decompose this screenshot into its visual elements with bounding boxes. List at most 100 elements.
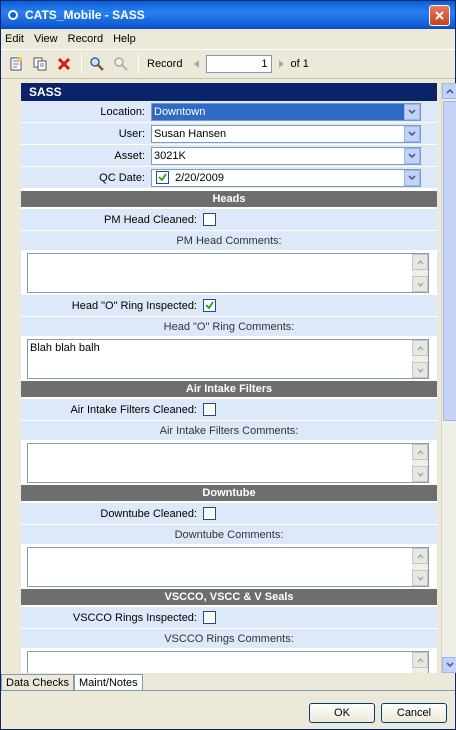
menu-help[interactable]: Help	[113, 33, 136, 45]
record-count: of 1	[290, 58, 309, 70]
toolbar-separator	[81, 54, 82, 74]
vscco-rings-comments-input[interactable]	[27, 651, 429, 673]
downtube-cleaned-label: Downtube Cleaned:	[100, 507, 197, 520]
title-bar[interactable]: CATS_Mobile - SASS	[1, 1, 455, 29]
search-icon	[90, 57, 104, 71]
location-row: Location: Downtown	[21, 101, 437, 123]
asset-value: 3021K	[154, 149, 186, 162]
textarea-scrollbar[interactable]	[412, 444, 428, 482]
pm-head-cleaned-row: PM Head Cleaned:	[21, 209, 437, 231]
menu-bar: Edit View Record Help	[1, 29, 455, 49]
vscco-rings-inspected-label: VSCCO Rings Inspected:	[72, 611, 197, 624]
new-record-button[interactable]	[7, 55, 25, 73]
scroll-down-icon[interactable]	[412, 362, 428, 378]
app-icon	[8, 10, 18, 20]
previous-record-icon[interactable]	[192, 59, 200, 69]
copy-record-button[interactable]	[31, 55, 49, 73]
menu-view[interactable]: View	[34, 33, 58, 45]
scroll-down-button[interactable]	[442, 657, 456, 673]
vscco-rings-inspected-row: VSCCO Rings Inspected:	[21, 607, 437, 629]
asset-row: Asset: 3021K	[21, 145, 437, 167]
head-o-ring-comments-text: Blah blah balh	[30, 342, 100, 354]
scroll-down-icon[interactable]	[412, 276, 428, 292]
form-scroll-content: SASS Location: Downtown User: Susan Hans…	[21, 83, 437, 673]
air-intake-filters-cleaned-checkbox[interactable]	[203, 403, 216, 416]
menu-edit[interactable]: Edit	[5, 33, 24, 45]
asset-select[interactable]: 3021K	[151, 146, 421, 165]
pm-head-comments-text	[28, 254, 412, 292]
head-o-ring-inspected-label: Head "O" Ring Inspected:	[71, 299, 197, 312]
head-o-ring-comments-input[interactable]: Blah blah balh	[27, 339, 429, 379]
form-scrollbar[interactable]	[441, 83, 456, 673]
head-o-ring-comments-label: Head "O" Ring Comments:	[21, 317, 437, 337]
qc-date-checkbox[interactable]	[156, 171, 169, 184]
section-header-downtube: Downtube	[21, 485, 437, 501]
chevron-down-icon	[446, 662, 454, 668]
chevron-down-icon[interactable]	[404, 169, 420, 186]
air-intake-filters-cleaned-label: Air Intake Filters Cleaned:	[70, 403, 197, 416]
qc-date-picker[interactable]: 2/20/2009	[151, 168, 421, 187]
qc-date-row: QC Date: 2/20/2009	[21, 167, 437, 189]
scroll-up-icon[interactable]	[412, 652, 428, 668]
chevron-down-icon[interactable]	[404, 125, 420, 142]
delete-record-button[interactable]	[55, 55, 73, 73]
downtube-comments-label: Downtube Comments:	[21, 525, 437, 545]
pm-head-comments-input[interactable]	[27, 253, 429, 293]
record-number-input[interactable]: 1	[206, 55, 273, 73]
user-select[interactable]: Susan Hansen	[151, 124, 421, 143]
location-select[interactable]: Downtown	[151, 102, 421, 121]
user-row: User: Susan Hansen	[21, 123, 437, 145]
scroll-up-icon[interactable]	[412, 444, 428, 460]
scroll-thumb[interactable]	[443, 101, 456, 421]
window-title: CATS_Mobile - SASS	[25, 8, 145, 22]
chevron-up-icon	[446, 88, 454, 94]
textarea-scrollbar[interactable]	[412, 652, 428, 673]
vscco-rings-inspected-checkbox[interactable]	[203, 611, 216, 624]
pm-head-comments-label: PM Head Comments:	[21, 231, 437, 251]
textarea-scrollbar[interactable]	[412, 340, 428, 378]
chevron-down-icon[interactable]	[404, 147, 420, 164]
scroll-down-icon[interactable]	[412, 466, 428, 482]
form-area: SASS Location: Downtown User: Susan Hans…	[21, 83, 456, 673]
new-document-icon	[10, 57, 22, 71]
check-icon	[205, 301, 214, 310]
find-next-button[interactable]	[112, 55, 130, 73]
button-bar: OK Cancel	[1, 691, 455, 729]
section-header-air-intake-filters: Air Intake Filters	[21, 381, 437, 397]
menu-record[interactable]: Record	[68, 33, 103, 45]
textarea-scrollbar[interactable]	[412, 548, 428, 586]
record-label: Record	[147, 58, 183, 70]
scroll-up-icon[interactable]	[412, 548, 428, 564]
head-o-ring-inspected-checkbox[interactable]	[203, 299, 216, 312]
delete-icon	[57, 57, 71, 71]
tab-strip: Data Checks Maint/Notes	[1, 674, 455, 691]
cancel-button[interactable]: Cancel	[381, 703, 447, 723]
downtube-cleaned-checkbox[interactable]	[203, 507, 216, 520]
qc-date-label: QC Date:	[99, 171, 145, 184]
chevron-down-icon[interactable]	[404, 103, 420, 120]
next-record-icon[interactable]	[278, 59, 286, 69]
copy-icon	[33, 57, 47, 71]
scroll-down-icon[interactable]	[412, 570, 428, 586]
textarea-scrollbar[interactable]	[412, 254, 428, 292]
air-intake-filters-comments-input[interactable]	[27, 443, 429, 483]
qc-date-value: 2/20/2009	[175, 171, 224, 184]
section-header-heads: Heads	[21, 191, 437, 207]
vscco-rings-comments-text	[28, 652, 412, 673]
user-label: User:	[118, 127, 145, 140]
pm-head-cleaned-checkbox[interactable]	[203, 213, 216, 226]
downtube-comments-input[interactable]	[27, 547, 429, 587]
tab-data-checks[interactable]: Data Checks	[1, 674, 74, 690]
air-intake-filters-cleaned-row: Air Intake Filters Cleaned:	[21, 399, 437, 421]
ok-button[interactable]: OK	[309, 703, 375, 723]
close-button[interactable]	[429, 4, 450, 26]
scroll-up-button[interactable]	[442, 83, 456, 99]
scroll-up-icon[interactable]	[412, 254, 428, 270]
form-header: SASS	[21, 83, 437, 101]
section-header-vscco: VSCCO, VSCC & V Seals	[21, 589, 437, 605]
toolbar-separator-2	[138, 54, 139, 74]
head-o-ring-inspected-row: Head "O" Ring Inspected:	[21, 295, 437, 317]
scroll-up-icon[interactable]	[412, 340, 428, 356]
tab-maint-notes[interactable]: Maint/Notes	[73, 674, 143, 690]
find-button[interactable]	[88, 55, 106, 73]
